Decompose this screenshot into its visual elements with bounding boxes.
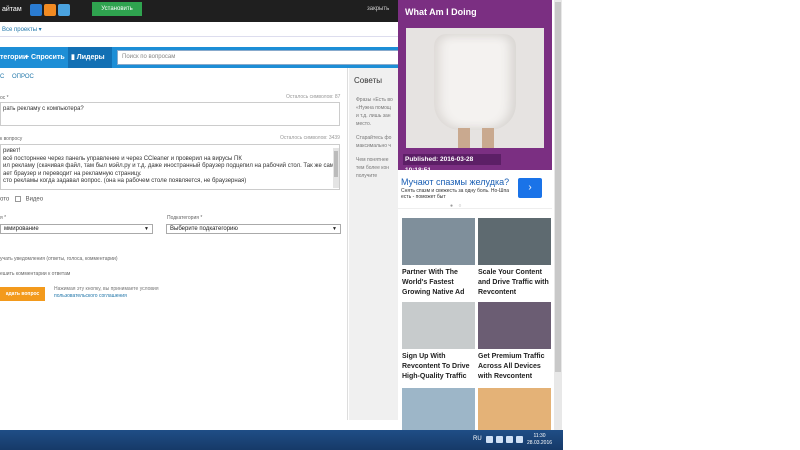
description-scrollbar[interactable] — [333, 148, 339, 188]
chevron-down-icon: ▼ — [332, 226, 337, 232]
tile-caption: Sign Up With Revcontent To Drive High-Qu… — [402, 353, 470, 380]
tab-poll[interactable]: ОПРОС — [12, 74, 34, 80]
media-options: ото Видео — [0, 196, 43, 203]
tip-line: тем более кон — [356, 165, 390, 171]
ad-photo[interactable] — [406, 28, 544, 148]
chevron-down-icon: ▼ — [144, 226, 149, 232]
tip-line: максимально ч — [356, 143, 392, 149]
banner-title[interactable]: Мучают спазмы желудка? — [401, 177, 509, 187]
tab-question[interactable]: С — [0, 74, 4, 80]
desc-line: ривет! — [3, 148, 21, 154]
description-label: к вопросу — [0, 136, 23, 142]
tile-caption: Get Premium Traffic Across All Devices w… — [478, 353, 545, 380]
tips-title: Советы — [354, 76, 382, 85]
close-link[interactable]: закрыть — [367, 6, 389, 12]
category-value: ммирование — [4, 226, 39, 232]
ad-tile[interactable] — [478, 388, 551, 432]
tab-categories[interactable]: тегории — [0, 47, 27, 68]
video-option[interactable]: Видео — [26, 197, 44, 203]
desc-line: ил рекламу (скачивая файл, там был мэйл.… — [3, 163, 334, 169]
battery-icon[interactable] — [506, 436, 513, 443]
leaders-label: Лидеры — [76, 54, 105, 61]
subcategory-label: Подкатегория * — [167, 215, 203, 221]
network-icon[interactable] — [496, 436, 503, 443]
ad-feature[interactable]: Published: 2016-03-28 10:18:51 — [398, 24, 552, 174]
mail-icon[interactable] — [30, 4, 42, 16]
tip-line: место. — [356, 121, 372, 127]
subcategory-value: Выберите подкатегорию — [170, 226, 238, 232]
tile-image — [478, 388, 551, 432]
top-toolbar: айтам Установить закрыть — [0, 0, 400, 22]
desc-line: ает браузер и переводит на рекламную стр… — [3, 170, 142, 177]
tab-leaders[interactable]: ▮ Лидеры — [68, 47, 112, 68]
brand-text: айтам — [2, 6, 22, 13]
ad-title[interactable]: What Am I Doing — [398, 0, 552, 24]
video-checkbox[interactable] — [14, 196, 21, 202]
subcategory-select[interactable]: Выберите подкатегорию ▼ — [166, 224, 341, 234]
dress-image — [434, 34, 516, 130]
search-input[interactable]: Поиск по вопросам — [117, 50, 400, 65]
photo-option[interactable]: ото — [0, 197, 9, 203]
comments-option[interactable]: ешить комментарии к ответам — [0, 271, 70, 277]
language-indicator[interactable]: RU — [473, 436, 482, 442]
tile-image — [478, 302, 551, 349]
tab-ask[interactable]: + Спросить — [25, 47, 65, 68]
tile-caption: Scale Your Content and Drive Traffic wit… — [478, 269, 549, 296]
arrow-right-icon[interactable]: › — [518, 178, 542, 198]
ad-scrollbar[interactable] — [554, 0, 562, 432]
tip-line: и т.д. лишь зан — [356, 113, 391, 119]
question-counter: Осталось символов: 87 — [286, 94, 341, 100]
install-button[interactable]: Установить — [92, 2, 142, 16]
desc-line: всё посторннее через панель управление и… — [3, 155, 242, 162]
category-label: я * — [0, 215, 7, 221]
clock[interactable]: 11:30 28.03.2016 — [527, 433, 552, 447]
tile-image — [478, 218, 551, 265]
app-icon[interactable] — [58, 4, 70, 16]
clock-date: 28.03.2016 — [527, 440, 553, 446]
desc-line: сто рекламы когда задавал вопрос. (она н… — [3, 178, 247, 184]
tips-sidebar: Советы Фразы «Есть во «Нужна помощ и т.д… — [349, 68, 400, 420]
terms-text: Нажимая эту кнопку, вы принимаете услови… — [54, 286, 159, 300]
question-text: рать рекламу с компьютера? — [3, 106, 84, 112]
flag-icon[interactable] — [486, 436, 493, 443]
taskbar: RU 11:30 28.03.2016 — [0, 430, 563, 450]
form-tabs: С ОПРОС — [0, 74, 40, 80]
category-select[interactable]: ммирование ▼ — [0, 224, 153, 234]
ad-panel: What Am I Doing Published: 2016-03-28 10… — [398, 0, 558, 432]
ad-tile[interactable]: Sign Up With Revcontent To Drive High-Qu… — [402, 302, 475, 382]
tile-image — [402, 388, 475, 432]
banner-ad[interactable]: Мучают спазмы желудка? Снять спазм и све… — [398, 175, 552, 209]
submit-question-button[interactable]: адать вопрос — [0, 287, 45, 301]
screen: айтам Установить закрыть Все проекты ▾ т… — [0, 0, 800, 450]
ok-icon[interactable] — [44, 4, 56, 16]
ad-tile[interactable]: Get Premium Traffic Across All Devices w… — [478, 302, 551, 382]
description-input[interactable]: ривет! всё посторннее через панель управ… — [0, 144, 340, 190]
published-badge: Published: 2016-03-28 10:18:51 — [403, 154, 501, 174]
clock-time: 11:30 — [533, 433, 546, 439]
projects-bar: Все проекты ▾ — [0, 22, 400, 37]
ad-tile[interactable]: Scale Your Content and Drive Traffic wit… — [478, 218, 551, 298]
banner-subtitle: Снять спазм и свежесть за одну боль. Но-… — [401, 188, 509, 200]
carousel-dots: ● ○ — [450, 203, 464, 209]
main-nav: тегории + Спросить ▮ Лидеры Поиск по воп… — [0, 47, 400, 68]
tile-caption: Partner With The World's Fastest Growing… — [402, 269, 465, 296]
ad-tile[interactable]: Partner With The World's Fastest Growing… — [402, 218, 475, 298]
volume-icon[interactable] — [516, 436, 523, 443]
tip-line: получите — [356, 173, 378, 179]
tip-line: «Нужна помощ — [356, 105, 392, 111]
ask-form: С ОПРОС ос * Осталось символов: 87 рать … — [0, 68, 348, 420]
tip-line: Старайтесь фо — [356, 135, 392, 141]
description-counter: Осталось символов: 3439 — [280, 135, 340, 141]
question-input[interactable]: рать рекламу с компьютера? — [0, 102, 340, 126]
tip-line: Фразы «Есть во — [356, 97, 393, 103]
notify-option[interactable]: учать уведомления (ответы, голоса, комме… — [0, 256, 118, 262]
tip-line: Чем понятнее — [356, 157, 389, 163]
terms-line: Нажимая эту кнопку, вы принимаете услови… — [54, 286, 159, 292]
terms-link[interactable]: пользовательского соглашения — [54, 293, 127, 299]
all-projects-menu[interactable]: Все проекты ▾ — [2, 26, 42, 33]
ad-tile[interactable] — [402, 388, 475, 432]
tile-image — [402, 302, 475, 349]
question-label: ос * — [0, 95, 9, 101]
tile-image — [402, 218, 475, 265]
